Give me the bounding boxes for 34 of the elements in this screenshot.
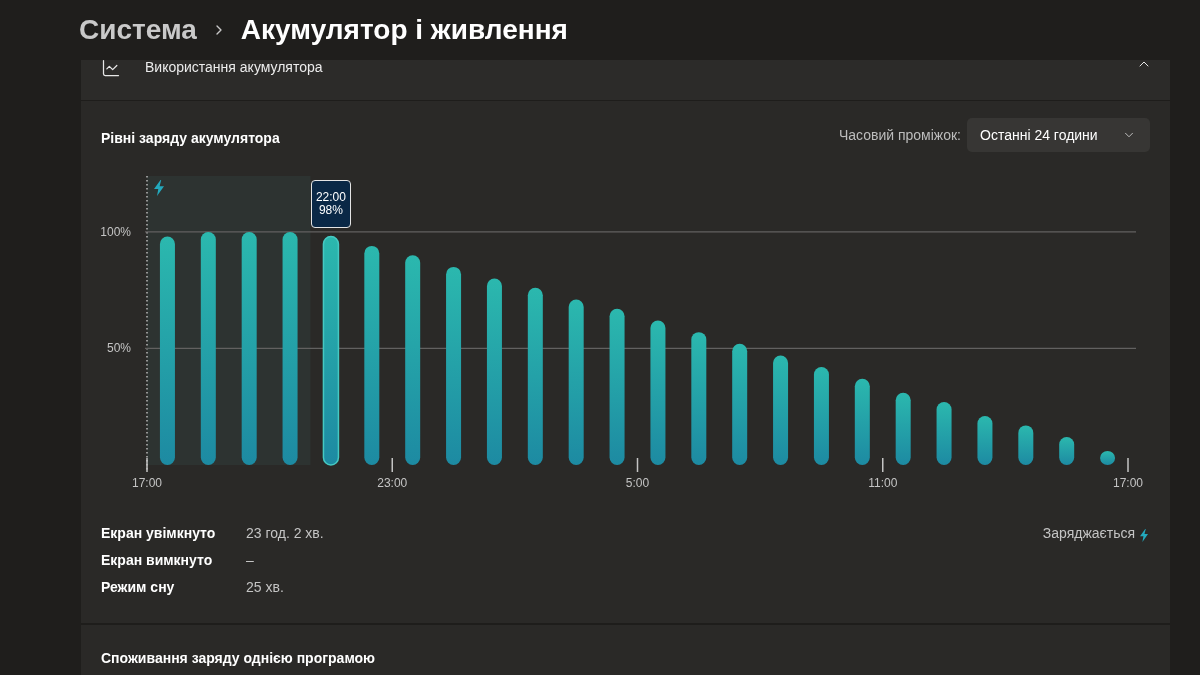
charging-status: Заряджається	[1042, 524, 1135, 543]
stat-value: 25 хв.	[246, 578, 285, 597]
chart-tooltip: 22:00 98%	[310, 179, 351, 228]
chart-bar	[977, 416, 993, 465]
page-title: Акумулятор і живлення	[240, 13, 568, 47]
time-range-label: Часовий проміжок:	[838, 125, 961, 145]
section-title: Споживання заряду однією програмою	[101, 650, 376, 666]
stat-value: –	[246, 551, 255, 570]
line-chart-icon	[101, 58, 121, 78]
chart-bar	[1100, 451, 1116, 465]
chart-bar	[1018, 425, 1034, 465]
stat-label: Екран увімкнуто	[101, 524, 217, 543]
breadcrumb-link[interactable]: Система	[79, 9, 197, 51]
axis-label: 50%	[106, 341, 131, 356]
tick-mark	[636, 457, 639, 473]
tick-mark	[882, 457, 884, 473]
tick-mark	[1127, 457, 1129, 473]
lightning-icon	[154, 180, 164, 196]
chart-bar	[936, 402, 952, 465]
axis-label: 17:00	[132, 476, 162, 490]
stat-label: Режим сну	[101, 578, 176, 597]
axis-label: 5:00	[625, 476, 650, 490]
axis-label: 100%	[101, 224, 131, 239]
axis-label: 17:00	[1113, 476, 1143, 490]
tick-mark	[391, 457, 393, 473]
stat-value: 23 год. 2 хв.	[246, 524, 324, 543]
section-title: Рівні заряду акумулятора	[101, 128, 280, 148]
tick-mark	[146, 457, 148, 473]
chart-bar	[1059, 437, 1075, 465]
time-range-dropdown[interactable]: Останні 24 години	[967, 118, 1150, 152]
axis-label: 23:00	[377, 476, 408, 490]
stat-label: Екран вимкнуто	[101, 551, 214, 570]
axis-label: 11:00	[868, 476, 898, 490]
section-header-title: Використання акумулятора	[145, 59, 323, 75]
